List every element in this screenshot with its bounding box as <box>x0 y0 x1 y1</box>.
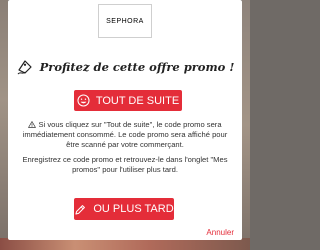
now-button[interactable]: TOUT DE SUITE <box>74 90 182 111</box>
pencil-icon <box>75 204 86 215</box>
promo-dialog: SEPHORA Profitez de cette offre promo ! … <box>8 0 242 240</box>
dialog-title-row: Profitez de cette offre promo ! <box>8 58 242 76</box>
now-button-label: TOUT DE SUITE <box>95 94 180 107</box>
cancel-link[interactable]: Annuler <box>206 228 234 237</box>
background-left <box>0 0 8 250</box>
now-description: Si vous cliquez sur "Tout de suite", le … <box>18 120 232 150</box>
background-right <box>242 0 250 250</box>
later-description-text: Enregistrez ce code promo et retrouvez-l… <box>22 155 228 174</box>
brand-logo: SEPHORA <box>98 4 152 38</box>
later-button-label: OU PLUS TARD <box>93 203 174 215</box>
brand-logo-text: SEPHORA <box>106 17 144 25</box>
dialog-title: Profitez de cette offre promo ! <box>39 60 235 74</box>
later-description: Enregistrez ce code promo et retrouvez-l… <box>18 155 232 175</box>
warning-icon <box>28 121 37 128</box>
pencil-tag-icon <box>17 60 32 75</box>
smiley-icon <box>77 94 90 107</box>
later-button[interactable]: OU PLUS TARD <box>74 198 174 220</box>
now-description-text: Si vous cliquez sur "Tout de suite", le … <box>22 120 228 149</box>
